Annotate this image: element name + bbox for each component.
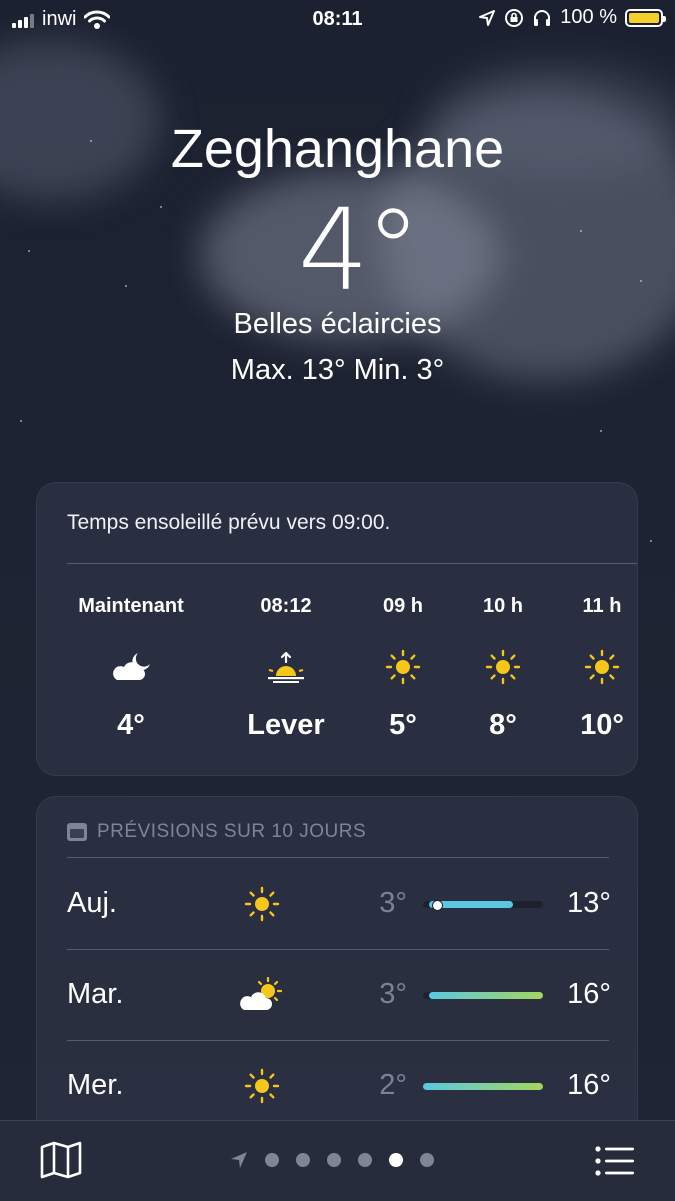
ten-day-forecast-card[interactable]: PRÉVISIONS SUR 10 JOURS Auj. 3° 13° Mar. xyxy=(36,796,638,1136)
temperature-range-bar xyxy=(423,992,543,999)
hour-temperature: 4° xyxy=(117,709,145,741)
divider xyxy=(67,563,637,564)
ten-day-header: PRÉVISIONS SUR 10 JOURS xyxy=(67,821,366,843)
sunrise-icon xyxy=(268,651,304,683)
high-temperature: 13° xyxy=(567,887,611,919)
high-temperature: 16° xyxy=(567,978,611,1010)
sun-icon xyxy=(584,649,620,685)
forecast-day-row[interactable]: Mar. 3° 16° xyxy=(37,950,637,1040)
partly-cloudy-night-icon xyxy=(113,653,150,680)
map-icon[interactable] xyxy=(40,1141,82,1179)
sun-icon xyxy=(385,649,421,685)
page-dot[interactable] xyxy=(420,1153,434,1167)
city-name: Zeghanghane xyxy=(170,119,505,179)
day-name: Mar. xyxy=(67,978,124,1010)
location-arrow-icon xyxy=(479,9,496,26)
page-dot[interactable] xyxy=(327,1153,341,1167)
sun-icon xyxy=(244,1068,280,1104)
hour-label: 08:12 xyxy=(260,595,312,617)
hourly-summary: Temps ensoleillé prévu vers 09:00. xyxy=(67,511,391,534)
current-temperature-marker xyxy=(432,900,444,911)
battery-percent: 100 % xyxy=(560,6,617,28)
hour-label: Maintenant xyxy=(78,595,184,617)
divider xyxy=(67,857,609,858)
low-temperature: 3° xyxy=(379,978,407,1010)
temperature-range-fill xyxy=(429,992,543,999)
page-dot[interactable] xyxy=(265,1153,279,1167)
headphones-icon xyxy=(534,9,551,26)
page-dot-active[interactable] xyxy=(389,1153,403,1167)
high-low-temperatures: Max. 13° Min. 3° xyxy=(230,354,445,386)
battery-icon xyxy=(625,8,666,27)
high-temperature: 16° xyxy=(567,1069,611,1101)
status-icons: 100 % xyxy=(478,6,666,29)
city-list-icon[interactable] xyxy=(595,1145,635,1177)
page-dot[interactable] xyxy=(296,1153,310,1167)
hourly-item: 08:12 Lever xyxy=(226,595,346,742)
temperature-range-bar xyxy=(423,1083,543,1090)
temperature-range-fill xyxy=(423,1083,543,1090)
sun-icon xyxy=(244,886,280,922)
hour-label: 11 h xyxy=(582,595,622,617)
day-name: Auj. xyxy=(67,887,117,919)
page-dot[interactable] xyxy=(358,1153,372,1167)
bottom-toolbar xyxy=(0,1120,675,1201)
current-location-arrow-icon[interactable] xyxy=(230,1151,248,1169)
calendar-icon xyxy=(67,823,87,841)
hourly-forecast-card[interactable]: Temps ensoleillé prévu vers 09:00. Maint… xyxy=(36,482,638,776)
forecast-day-row[interactable]: Auj. 3° 13° xyxy=(37,859,637,949)
current-temperature: 4° xyxy=(297,186,421,316)
forecast-day-row[interactable]: Mer. 2° 16° xyxy=(37,1041,637,1131)
weather-condition: Belles éclaircies xyxy=(233,308,442,340)
temperature-range-bar xyxy=(423,900,543,911)
day-name: Mer. xyxy=(67,1069,124,1101)
hour-sunrise-label: Lever xyxy=(247,709,325,741)
status-bar: inwi 08:11 100 % xyxy=(0,0,675,38)
hour-temperature: 10° xyxy=(580,709,624,741)
partly-cloudy-day-icon xyxy=(240,977,283,1010)
hourly-item: Maintenant 4° xyxy=(71,595,191,742)
rotation-lock-icon xyxy=(505,8,524,27)
low-temperature: 2° xyxy=(379,1069,407,1101)
sun-icon xyxy=(485,649,521,685)
hourly-item: 11 h 10° xyxy=(542,595,662,742)
low-temperature: 3° xyxy=(379,887,407,919)
page-indicator[interactable] xyxy=(230,1151,434,1169)
ten-day-header-label: PRÉVISIONS SUR 10 JOURS xyxy=(97,821,367,842)
